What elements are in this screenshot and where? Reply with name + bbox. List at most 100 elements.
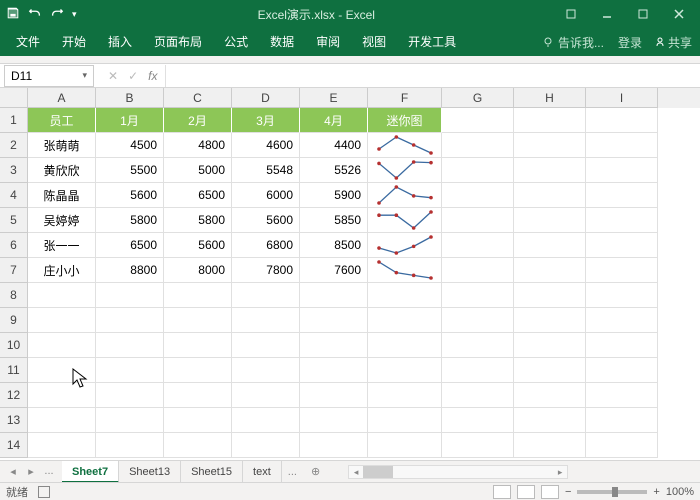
scroll-right-icon[interactable]: ▸ <box>553 466 567 478</box>
cell[interactable] <box>164 333 232 358</box>
cell[interactable] <box>586 158 658 183</box>
employee-name-cell[interactable]: 吴婷婷 <box>28 208 96 233</box>
cell[interactable] <box>368 308 442 333</box>
cell[interactable] <box>586 233 658 258</box>
cell[interactable] <box>96 333 164 358</box>
horizontal-scrollbar[interactable]: ◂ ▸ <box>348 465 568 479</box>
cell[interactable] <box>442 183 514 208</box>
tab-home[interactable]: 开始 <box>54 28 94 56</box>
column-header[interactable]: F <box>368 88 442 108</box>
cell[interactable] <box>442 108 514 133</box>
cell[interactable] <box>164 433 232 458</box>
sheet-nav-prev-icon[interactable]: ◂ <box>6 465 20 478</box>
column-header[interactable]: A <box>28 88 96 108</box>
sheet-nav-more[interactable]: ... <box>42 465 56 478</box>
undo-icon[interactable] <box>28 6 42 23</box>
cell[interactable] <box>514 383 586 408</box>
cell[interactable] <box>368 383 442 408</box>
cell[interactable] <box>442 308 514 333</box>
value-cell[interactable]: 8000 <box>164 258 232 283</box>
cell[interactable] <box>232 383 300 408</box>
view-break-icon[interactable] <box>541 485 559 499</box>
zoom-in-icon[interactable]: + <box>653 486 659 498</box>
cell[interactable] <box>586 358 658 383</box>
column-header[interactable]: B <box>96 88 164 108</box>
cell[interactable] <box>164 308 232 333</box>
cell[interactable] <box>96 358 164 383</box>
employee-name-cell[interactable]: 庄小小 <box>28 258 96 283</box>
cell[interactable] <box>300 408 368 433</box>
tab-review[interactable]: 审阅 <box>308 28 348 56</box>
cell[interactable] <box>96 433 164 458</box>
cell[interactable] <box>232 358 300 383</box>
cell[interactable] <box>28 433 96 458</box>
cell[interactable] <box>368 358 442 383</box>
zoom-out-icon[interactable]: − <box>565 486 571 498</box>
cell[interactable] <box>368 333 442 358</box>
row-header[interactable]: 7 <box>0 258 28 283</box>
cell[interactable] <box>300 383 368 408</box>
cell[interactable] <box>28 358 96 383</box>
value-cell[interactable]: 4400 <box>300 133 368 158</box>
cell[interactable] <box>514 158 586 183</box>
sparkline-cell[interactable] <box>368 133 442 158</box>
row-header[interactable]: 8 <box>0 283 28 308</box>
cell[interactable] <box>442 133 514 158</box>
sheet-tab[interactable]: Sheet13 <box>119 461 181 483</box>
zoom-level[interactable]: 100% <box>666 486 694 498</box>
sparkline-cell[interactable] <box>368 258 442 283</box>
employee-name-cell[interactable]: 陈晶晶 <box>28 183 96 208</box>
scroll-left-icon[interactable]: ◂ <box>349 466 363 478</box>
column-header[interactable]: H <box>514 88 586 108</box>
sheet-tab-active[interactable]: Sheet7 <box>62 461 119 483</box>
login-button[interactable]: 登录 <box>618 34 642 51</box>
value-cell[interactable]: 5600 <box>96 183 164 208</box>
sparkline-cell[interactable] <box>368 208 442 233</box>
row-header[interactable]: 4 <box>0 183 28 208</box>
cell[interactable] <box>164 358 232 383</box>
zoom-slider[interactable] <box>577 490 647 494</box>
cell[interactable] <box>586 258 658 283</box>
share-button[interactable]: 共享 <box>654 34 692 51</box>
value-cell[interactable]: 6000 <box>232 183 300 208</box>
cell[interactable] <box>96 283 164 308</box>
row-header[interactable]: 12 <box>0 383 28 408</box>
cell[interactable] <box>514 233 586 258</box>
row-header[interactable]: 9 <box>0 308 28 333</box>
tab-layout[interactable]: 页面布局 <box>146 28 210 56</box>
cell[interactable] <box>300 308 368 333</box>
cell[interactable] <box>28 408 96 433</box>
tab-insert[interactable]: 插入 <box>100 28 140 56</box>
column-header[interactable]: I <box>586 88 658 108</box>
column-header[interactable]: D <box>232 88 300 108</box>
table-header-cell[interactable]: 1月 <box>96 108 164 133</box>
cell[interactable] <box>96 408 164 433</box>
chevron-down-icon[interactable]: ▾ <box>82 70 87 81</box>
value-cell[interactable]: 5500 <box>96 158 164 183</box>
cell[interactable] <box>300 433 368 458</box>
column-header[interactable]: G <box>442 88 514 108</box>
cell[interactable] <box>368 433 442 458</box>
cell[interactable] <box>300 358 368 383</box>
close-icon[interactable] <box>664 4 694 24</box>
cell[interactable] <box>442 358 514 383</box>
fx-icon[interactable]: fx <box>148 69 165 83</box>
name-box[interactable]: D11 ▾ <box>4 65 94 87</box>
value-cell[interactable]: 5548 <box>232 158 300 183</box>
scroll-thumb[interactable] <box>363 466 393 478</box>
cell[interactable] <box>586 333 658 358</box>
value-cell[interactable]: 5600 <box>164 233 232 258</box>
sparkline-cell[interactable] <box>368 158 442 183</box>
row-header[interactable]: 5 <box>0 208 28 233</box>
cell[interactable] <box>514 408 586 433</box>
employee-name-cell[interactable]: 张一一 <box>28 233 96 258</box>
cell[interactable] <box>232 283 300 308</box>
value-cell[interactable]: 5900 <box>300 183 368 208</box>
row-header[interactable]: 11 <box>0 358 28 383</box>
value-cell[interactable]: 4800 <box>164 133 232 158</box>
formula-bar[interactable] <box>165 65 700 87</box>
value-cell[interactable]: 4500 <box>96 133 164 158</box>
cell[interactable] <box>586 308 658 333</box>
tell-me[interactable]: 告诉我... <box>558 34 604 51</box>
value-cell[interactable]: 7800 <box>232 258 300 283</box>
